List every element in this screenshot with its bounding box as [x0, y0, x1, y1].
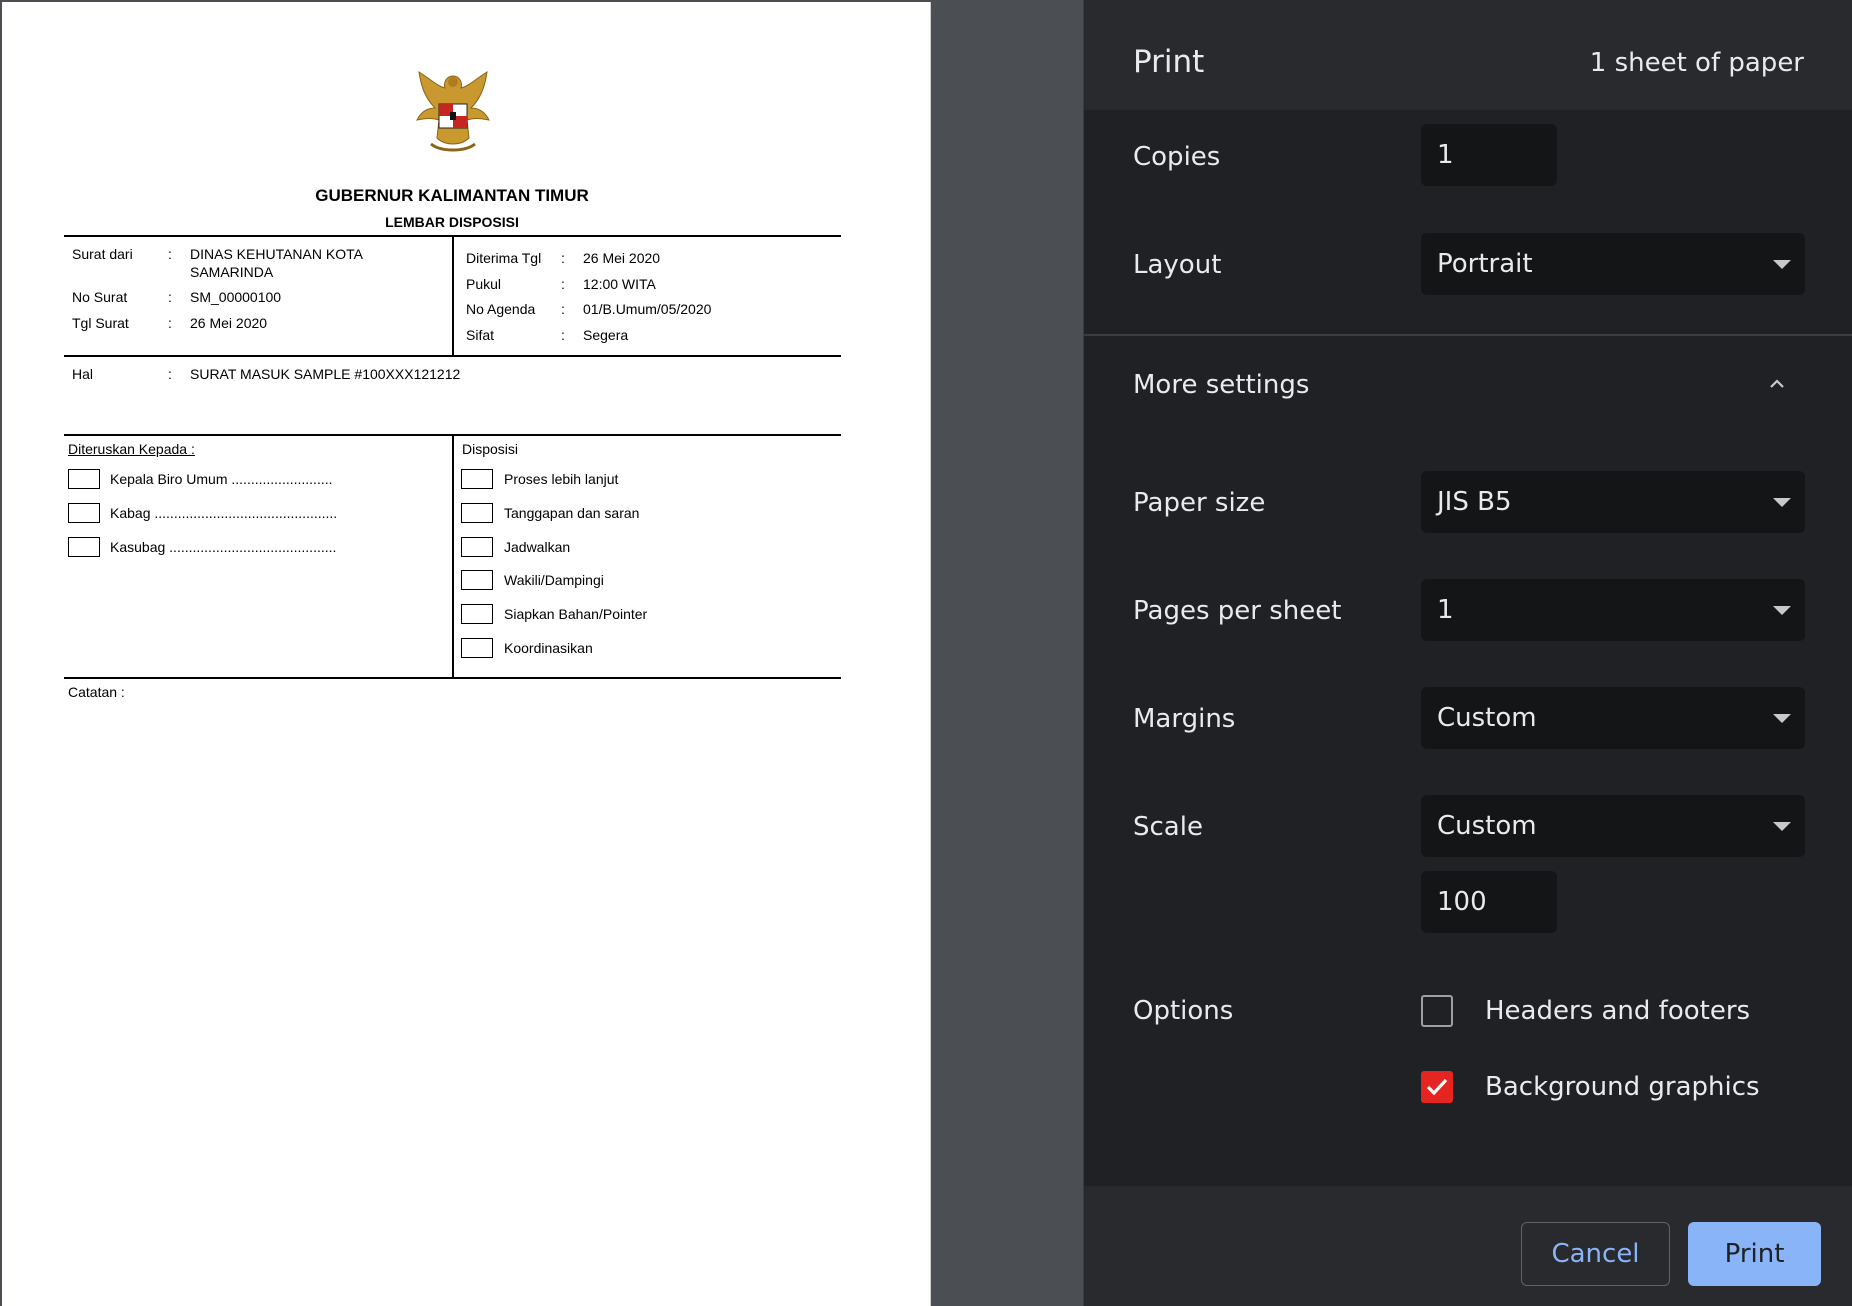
field-label-surat-dari: Surat dari — [72, 246, 133, 262]
info-divider — [452, 235, 454, 355]
layout-label: Layout — [1133, 250, 1222, 280]
print-settings-panel: Print 1 sheet of paper Copies 1 Layout P… — [1083, 0, 1852, 1306]
print-button[interactable]: Print — [1688, 1222, 1821, 1286]
field-value-pukul: 12:00 WITA — [583, 276, 656, 292]
headers-footers-label[interactable]: Headers and footers — [1485, 996, 1750, 1026]
copies-input[interactable]: 1 — [1421, 124, 1557, 186]
field-label-sifat: Sifat — [466, 327, 495, 343]
field-sep: : — [168, 315, 172, 331]
field-label-pukul: Pukul — [466, 276, 502, 292]
checkbox-disposition-3 — [461, 570, 493, 590]
field-label-hal: Hal — [72, 366, 94, 382]
section-divider — [1084, 334, 1852, 336]
disposition-item: Wakili/Dampingi — [504, 572, 604, 588]
field-value-hal: SURAT MASUK SAMPLE #100XXX121212 — [190, 366, 461, 382]
disposition-item: Proses lebih lanjut — [504, 471, 619, 487]
disposition-border-bottom — [64, 677, 841, 679]
checkbox-disposition-1 — [461, 503, 493, 523]
more-settings-toggle[interactable]: More settings — [1133, 370, 1309, 400]
scale-input[interactable]: 100 — [1421, 871, 1557, 933]
field-sep: : — [168, 289, 172, 305]
field-sep: : — [168, 246, 172, 262]
headers-footers-checkbox[interactable] — [1421, 995, 1453, 1027]
field-label-no-surat: No Surat — [72, 289, 128, 305]
forwarded-heading: Diteruskan Kepada : — [68, 441, 195, 457]
document-subtitle: LEMBAR DISPOSISI — [385, 214, 519, 230]
preview-page: GUBERNUR KALIMANTAN TIMUR LEMBAR DISPOSI… — [2, 2, 931, 1306]
checkbox-forward-0 — [68, 469, 100, 489]
margins-label: Margins — [1133, 704, 1236, 734]
document-title: GUBERNUR KALIMANTAN TIMUR — [315, 186, 589, 205]
checkbox-disposition-5 — [461, 638, 493, 658]
disposition-item: Koordinasikan — [504, 640, 593, 656]
field-sep: : — [561, 276, 565, 292]
paper-size-select[interactable]: JIS B5 — [1421, 471, 1805, 533]
forward-item: Kasubag ................................… — [110, 539, 337, 555]
paper-size-value: JIS B5 — [1437, 487, 1512, 517]
disposition-heading: Disposisi — [462, 441, 519, 457]
scale-label: Scale — [1133, 812, 1203, 842]
disposition-item: Tanggapan dan saran — [504, 505, 640, 521]
caret-down-icon — [1773, 606, 1791, 615]
checkmark-icon — [1426, 1078, 1448, 1096]
caret-down-icon — [1773, 498, 1791, 507]
field-sep: : — [561, 301, 565, 317]
checkbox-forward-1 — [68, 503, 100, 523]
field-value-no-surat: SM_00000100 — [190, 289, 282, 305]
checkbox-forward-2 — [68, 537, 100, 557]
caret-down-icon — [1773, 822, 1791, 831]
field-value-surat-dari: DINAS KEHUTANAN KOTA — [190, 246, 363, 262]
background-graphics-label[interactable]: Background graphics — [1485, 1072, 1760, 1102]
panel-title: Print — [1133, 44, 1205, 80]
field-value-surat-dari-line2: SAMARINDA — [190, 264, 274, 280]
field-label-tgl-surat: Tgl Surat — [72, 315, 129, 331]
disposition-divider — [452, 434, 454, 679]
caret-down-icon — [1773, 260, 1791, 269]
field-sep: : — [168, 366, 172, 382]
options-label: Options — [1133, 996, 1234, 1026]
forward-item: Kepala Biro Umum .......................… — [110, 471, 333, 487]
scale-select[interactable]: Custom — [1421, 795, 1805, 857]
layout-value: Portrait — [1437, 249, 1533, 279]
background-graphics-checkbox[interactable] — [1421, 1071, 1453, 1103]
field-value-sifat: Segera — [583, 327, 629, 343]
chevron-up-icon[interactable] — [1769, 376, 1785, 392]
scale-value: Custom — [1437, 811, 1537, 841]
field-label-diterima-tgl: Diterima Tgl — [466, 250, 542, 266]
field-value-no-agenda: 01/B.Umum/05/2020 — [583, 301, 712, 317]
sheet-count: 1 sheet of paper — [1589, 48, 1804, 78]
disposition-item: Siapkan Bahan/Pointer — [504, 606, 648, 622]
caret-down-icon — [1773, 714, 1791, 723]
margins-value: Custom — [1437, 703, 1537, 733]
info-border-bottom — [64, 355, 841, 357]
paper-size-label: Paper size — [1133, 488, 1266, 518]
margins-select[interactable]: Custom — [1421, 687, 1805, 749]
print-preview-area: GUBERNUR KALIMANTAN TIMUR LEMBAR DISPOSI… — [0, 0, 1083, 1306]
field-sep: : — [561, 327, 565, 343]
pages-per-sheet-select[interactable]: 1 — [1421, 579, 1805, 641]
field-value-diterima-tgl: 26 Mei 2020 — [583, 250, 661, 266]
cancel-button[interactable]: Cancel — [1521, 1222, 1670, 1286]
forward-item: Kabag ..................................… — [110, 505, 338, 521]
pages-per-sheet-value: 1 — [1437, 595, 1454, 625]
notes-label: Catatan : — [68, 684, 125, 700]
checkbox-disposition-4 — [461, 604, 493, 624]
disposition-item: Jadwalkan — [504, 539, 571, 555]
garuda-emblem-icon — [416, 71, 490, 152]
field-sep: : — [561, 250, 565, 266]
checkbox-disposition-0 — [461, 469, 493, 489]
pages-per-sheet-label: Pages per sheet — [1133, 596, 1342, 626]
copies-label: Copies — [1133, 142, 1221, 172]
checkbox-disposition-2 — [461, 537, 493, 557]
field-label-no-agenda: No Agenda — [466, 301, 536, 317]
layout-select[interactable]: Portrait — [1421, 233, 1805, 295]
field-value-tgl-surat: 26 Mei 2020 — [190, 315, 268, 331]
